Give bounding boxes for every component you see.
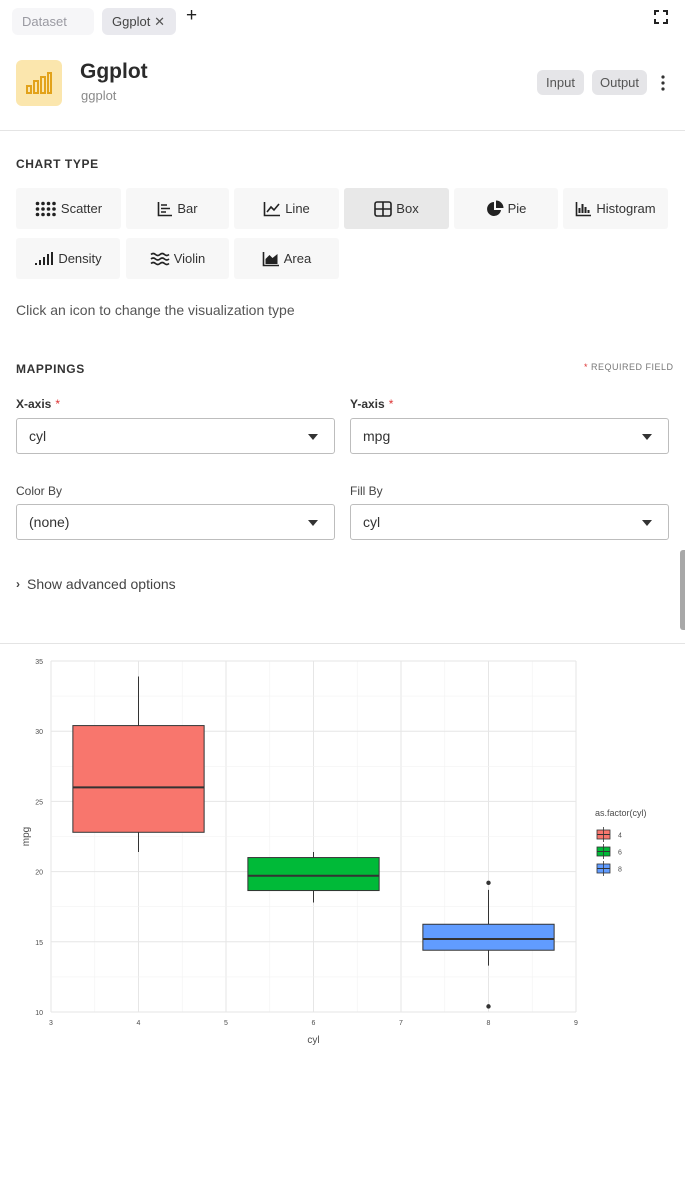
chevron-right-icon: › — [16, 577, 20, 591]
bar-icon — [158, 201, 173, 216]
y-tick-label: 20 — [35, 870, 43, 877]
box-group-4 — [72, 725, 205, 833]
color-by-value: (none) — [29, 514, 70, 530]
x-axis-select[interactable]: cyl — [16, 418, 335, 454]
node-title: Ggplot — [80, 60, 148, 83]
scatter-icon — [35, 201, 56, 216]
x-axis-value: cyl — [29, 428, 47, 444]
line-icon — [263, 201, 281, 216]
advanced-label: Show advanced options — [27, 576, 176, 592]
y-axis-label-text: Y-axis — [350, 397, 385, 411]
fill-by-label: Fill By — [350, 484, 383, 498]
tab-bar: Dataset Ggplot ✕ + — [0, 0, 685, 42]
more-options-icon[interactable] — [658, 75, 668, 91]
bar-chart-icon — [16, 60, 62, 106]
chart-type-label: Scatter — [60, 201, 103, 216]
legend-label: 8 — [618, 867, 622, 874]
chart-type-label: Line — [285, 201, 310, 216]
legend-title: as.factor(cyl) — [595, 808, 647, 818]
density-icon — [35, 251, 54, 265]
chart-type-label: Bar — [177, 201, 198, 216]
close-icon[interactable]: ✕ — [154, 14, 165, 30]
x-tick-label: 9 — [574, 1020, 578, 1027]
required-field-note: * REQUIRED FIELD — [584, 362, 674, 372]
show-advanced-options[interactable]: › Show advanced options — [16, 576, 176, 592]
tab-dataset[interactable]: Dataset — [12, 8, 94, 35]
mappings-heading: MAPPINGS — [16, 362, 85, 376]
y-axis-value: mpg — [363, 428, 391, 444]
chart-type-hint: Click an icon to change the visualizatio… — [16, 302, 295, 318]
x-tick-label: 6 — [312, 1020, 316, 1027]
chart-type-area[interactable]: Area — [234, 238, 339, 279]
area-icon — [262, 251, 279, 266]
box-group-8 — [422, 923, 555, 951]
x-tick-label: 3 — [49, 1020, 53, 1027]
x-axis-label-text: X-axis — [16, 397, 52, 411]
box-group-6 — [247, 857, 380, 892]
caret-down-icon — [308, 520, 318, 526]
caret-down-icon — [308, 434, 318, 440]
caret-down-icon — [642, 520, 652, 526]
x-tick-label: 4 — [137, 1020, 141, 1027]
y-axis-title: mpg — [21, 827, 32, 846]
chart-type-label: Pie — [507, 201, 527, 216]
tab-ggplot[interactable]: Ggplot ✕ — [102, 8, 176, 35]
tab-label: Dataset — [22, 14, 67, 29]
chart-type-box[interactable]: Box — [344, 188, 449, 229]
pie-icon — [486, 200, 504, 216]
y-tick-label: 10 — [35, 1010, 43, 1017]
fill-by-select[interactable]: cyl — [350, 504, 669, 540]
chart-type-label: Box — [396, 201, 419, 216]
node-header: Ggplot ggplot Input Output — [0, 42, 685, 131]
legend-label: 6 — [618, 850, 622, 857]
x-axis-label: X-axis * — [16, 397, 60, 411]
caret-down-icon — [642, 434, 652, 440]
x-axis-title: cyl — [307, 1035, 319, 1046]
chart-type-label: Histogram — [596, 201, 656, 216]
tab-label: Ggplot — [112, 14, 151, 29]
chart-type-label: Violin — [173, 251, 206, 266]
x-tick-label: 8 — [487, 1020, 491, 1027]
color-by-select[interactable]: (none) — [16, 504, 335, 540]
box-outlier — [486, 1004, 491, 1009]
chart-type-pie[interactable]: Pie — [454, 188, 558, 229]
scrollbar-thumb[interactable] — [680, 550, 685, 630]
y-tick-label: 25 — [35, 799, 43, 806]
required-star: * — [388, 397, 394, 411]
color-by-label: Color By — [16, 484, 63, 498]
required-note-text: REQUIRED FIELD — [591, 362, 674, 372]
legend-label: 4 — [618, 833, 622, 840]
chart-type-violin[interactable]: Violin — [126, 238, 229, 279]
histogram-icon — [576, 201, 592, 216]
x-tick-label: 5 — [224, 1020, 228, 1027]
chart-type-bar[interactable]: Bar — [126, 188, 229, 229]
x-tick-label: 7 — [399, 1020, 403, 1027]
required-star: * — [55, 397, 61, 411]
node-subtitle: ggplot — [81, 88, 117, 103]
y-tick-label: 35 — [35, 659, 43, 666]
chart-type-label: Area — [283, 251, 312, 266]
chart-type-heading: CHART TYPE — [16, 157, 99, 171]
y-axis-label: Y-axis * — [350, 397, 393, 411]
fill-by-value: cyl — [363, 514, 381, 530]
y-tick-label: 15 — [35, 940, 43, 947]
y-tick-label: 30 — [35, 729, 43, 736]
fullscreen-icon[interactable] — [654, 10, 668, 24]
input-button[interactable]: Input — [537, 70, 584, 95]
chart-type-line[interactable]: Line — [234, 188, 339, 229]
y-axis-select[interactable]: mpg — [350, 418, 669, 454]
violin-icon — [150, 252, 170, 265]
required-star: * — [584, 362, 589, 372]
output-button[interactable]: Output — [592, 70, 647, 95]
chart-type-label: Density — [58, 251, 102, 266]
box-plot-chart: 3 4 5 6 7 8 9 10 15 20 25 30 35 cyl mpg as.factor(cyl) 4… — [21, 659, 647, 1046]
box-outlier — [486, 880, 491, 886]
box-icon — [374, 200, 393, 217]
chart-type-histogram[interactable]: Histogram — [563, 188, 668, 229]
chart-type-scatter[interactable]: Scatter — [16, 188, 121, 229]
add-tab-button[interactable]: + — [186, 6, 197, 26]
chart-type-density[interactable]: Density — [16, 238, 120, 279]
